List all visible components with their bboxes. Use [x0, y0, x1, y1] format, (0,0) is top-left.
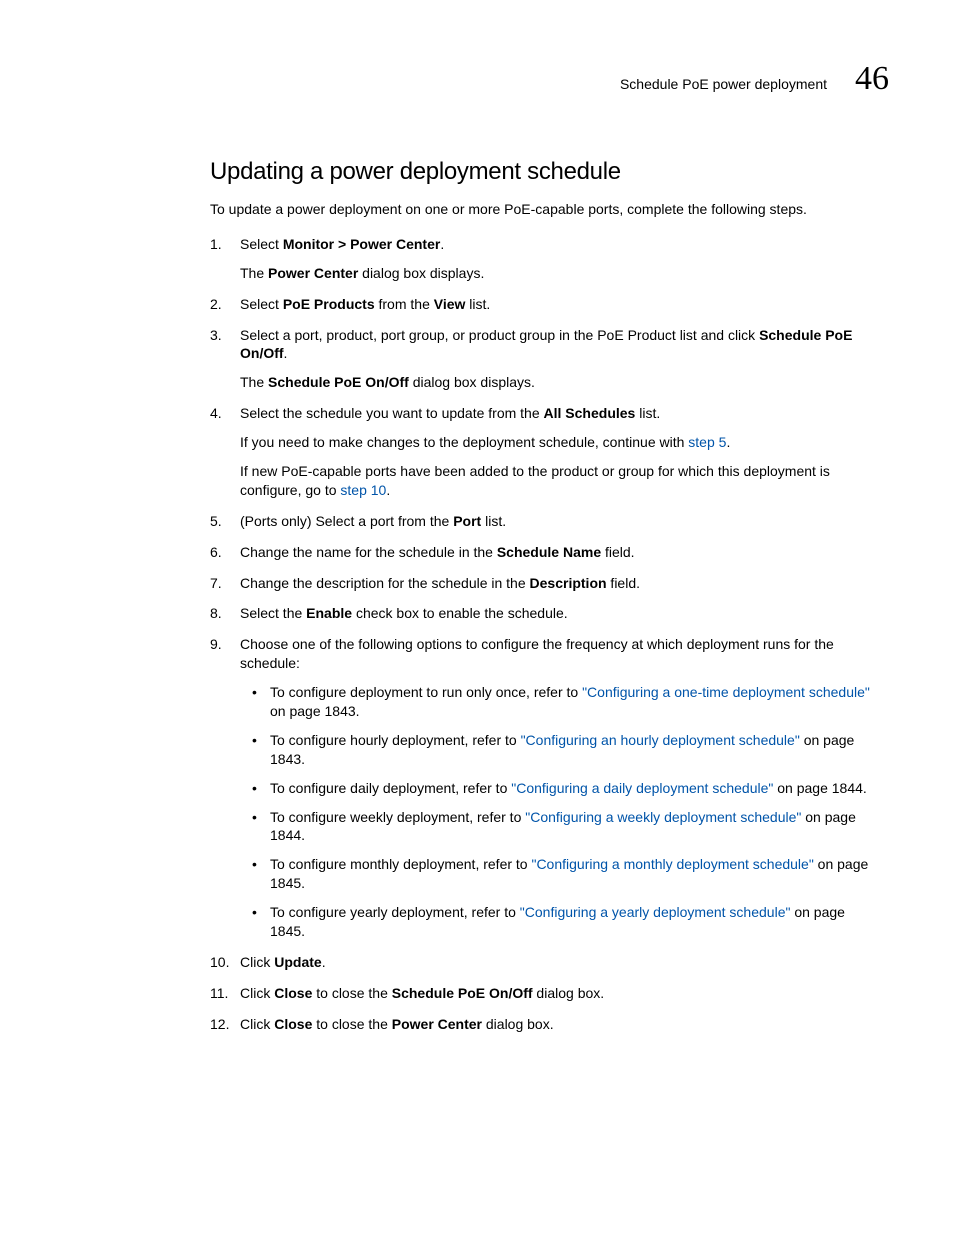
- step-3-sub: The Schedule PoE On/Off dialog box displ…: [240, 373, 874, 392]
- step-1-sub: The Power Center dialog box displays.: [240, 264, 874, 283]
- button-name: Close: [274, 1016, 312, 1032]
- text: Select a port, product, port group, or p…: [240, 327, 759, 343]
- text: If you need to make changes to the deplo…: [240, 434, 688, 450]
- text: .: [440, 236, 444, 252]
- step-5: (Ports only) Select a port from the Port…: [210, 512, 874, 531]
- text: The: [240, 265, 268, 281]
- text: The: [240, 374, 268, 390]
- text: dialog box displays.: [409, 374, 535, 390]
- frequency-options: To configure deployment to run only once…: [240, 683, 874, 941]
- step-4-sub-1: If you need to make changes to the deplo…: [240, 433, 874, 452]
- text: dialog box displays.: [358, 265, 484, 281]
- text: .: [726, 434, 730, 450]
- text: field.: [601, 544, 634, 560]
- intro-paragraph: To update a power deployment on one or m…: [210, 200, 874, 219]
- text: Click: [240, 1016, 274, 1032]
- text: Select: [240, 296, 283, 312]
- text: from the: [375, 296, 434, 312]
- step-6: Change the name for the schedule in the …: [210, 543, 874, 562]
- list-name: Port: [453, 513, 481, 529]
- link-yearly[interactable]: "Configuring a yearly deployment schedul…: [520, 904, 791, 920]
- text: list.: [481, 513, 506, 529]
- text: check box to enable the schedule.: [352, 605, 568, 621]
- link-onetime[interactable]: "Configuring a one-time deployment sched…: [582, 684, 870, 700]
- bullet-daily: To configure daily deployment, refer to …: [240, 779, 874, 798]
- step-7: Change the description for the schedule …: [210, 574, 874, 593]
- text: field.: [607, 575, 640, 591]
- section-title: Updating a power deployment schedule: [210, 158, 874, 186]
- text: To configure weekly deployment, refer to: [270, 809, 525, 825]
- text: dialog box.: [482, 1016, 554, 1032]
- menu-path: Monitor > Power Center: [283, 236, 441, 252]
- text: To configure daily deployment, refer to: [270, 780, 511, 796]
- text: on page 1843.: [270, 703, 360, 719]
- step-8: Select the Enable check box to enable th…: [210, 604, 874, 623]
- text: To configure monthly deployment, refer t…: [270, 856, 531, 872]
- step-9: Choose one of the following options to c…: [210, 635, 874, 941]
- link-step-10[interactable]: step 10: [340, 482, 386, 498]
- dialog-name: Power Center: [392, 1016, 482, 1032]
- step-1: Select Monitor > Power Center. The Power…: [210, 235, 874, 283]
- field-name: Schedule Name: [497, 544, 601, 560]
- text: list.: [635, 405, 660, 421]
- button-name: Close: [274, 985, 312, 1001]
- list-name: All Schedules: [544, 405, 636, 421]
- step-12: Click Close to close the Power Center di…: [210, 1015, 874, 1034]
- text: to close the: [312, 985, 391, 1001]
- link-weekly[interactable]: "Configuring a weekly deployment schedul…: [525, 809, 801, 825]
- bullet-yearly: To configure yearly deployment, refer to…: [240, 903, 874, 941]
- page-header: Schedule PoE power deployment 46: [80, 60, 889, 98]
- button-name: Update: [274, 954, 321, 970]
- step-3: Select a port, product, port group, or p…: [210, 326, 874, 393]
- text: If new PoE-capable ports have been added…: [240, 463, 830, 498]
- option-name: PoE Products: [283, 296, 375, 312]
- text: .: [386, 482, 390, 498]
- link-monthly[interactable]: "Configuring a monthly deployment schedu…: [531, 856, 813, 872]
- dialog-name: Schedule PoE On/Off: [268, 374, 409, 390]
- bullet-monthly: To configure monthly deployment, refer t…: [240, 855, 874, 893]
- text: Click: [240, 954, 274, 970]
- content-area: Updating a power deployment schedule To …: [210, 158, 874, 1034]
- chapter-number: 46: [855, 60, 889, 98]
- step-10: Click Update.: [210, 953, 874, 972]
- text: Click: [240, 985, 274, 1001]
- steps-list: Select Monitor > Power Center. The Power…: [210, 235, 874, 1034]
- text: Choose one of the following options to c…: [240, 636, 834, 671]
- list-name: View: [434, 296, 466, 312]
- bullet-weekly: To configure weekly deployment, refer to…: [240, 808, 874, 846]
- link-hourly[interactable]: "Configuring an hourly deployment schedu…: [521, 732, 800, 748]
- text: to close the: [312, 1016, 391, 1032]
- dialog-name: Schedule PoE On/Off: [392, 985, 533, 1001]
- dialog-name: Power Center: [268, 265, 358, 281]
- text: list.: [465, 296, 490, 312]
- text: To configure yearly deployment, refer to: [270, 904, 520, 920]
- link-step-5[interactable]: step 5: [688, 434, 726, 450]
- page: Schedule PoE power deployment 46 Updatin…: [0, 0, 954, 1106]
- running-title: Schedule PoE power deployment: [620, 76, 827, 92]
- bullet-hourly: To configure hourly deployment, refer to…: [240, 731, 874, 769]
- step-11: Click Close to close the Schedule PoE On…: [210, 984, 874, 1003]
- checkbox-name: Enable: [306, 605, 352, 621]
- text: Select the: [240, 605, 306, 621]
- text: on page 1844.: [773, 780, 866, 796]
- field-name: Description: [530, 575, 607, 591]
- text: Select: [240, 236, 283, 252]
- text: Change the description for the schedule …: [240, 575, 530, 591]
- text: To configure deployment to run only once…: [270, 684, 582, 700]
- step-4-sub-2: If new PoE-capable ports have been added…: [240, 462, 874, 500]
- text: dialog box.: [533, 985, 605, 1001]
- text: .: [284, 345, 288, 361]
- text: To configure hourly deployment, refer to: [270, 732, 521, 748]
- step-4: Select the schedule you want to update f…: [210, 404, 874, 500]
- bullet-onetime: To configure deployment to run only once…: [240, 683, 874, 721]
- link-daily[interactable]: "Configuring a daily deployment schedule…: [511, 780, 773, 796]
- text: .: [322, 954, 326, 970]
- step-2: Select PoE Products from the View list.: [210, 295, 874, 314]
- text: (Ports only) Select a port from the: [240, 513, 453, 529]
- text: Select the schedule you want to update f…: [240, 405, 544, 421]
- text: Change the name for the schedule in the: [240, 544, 497, 560]
